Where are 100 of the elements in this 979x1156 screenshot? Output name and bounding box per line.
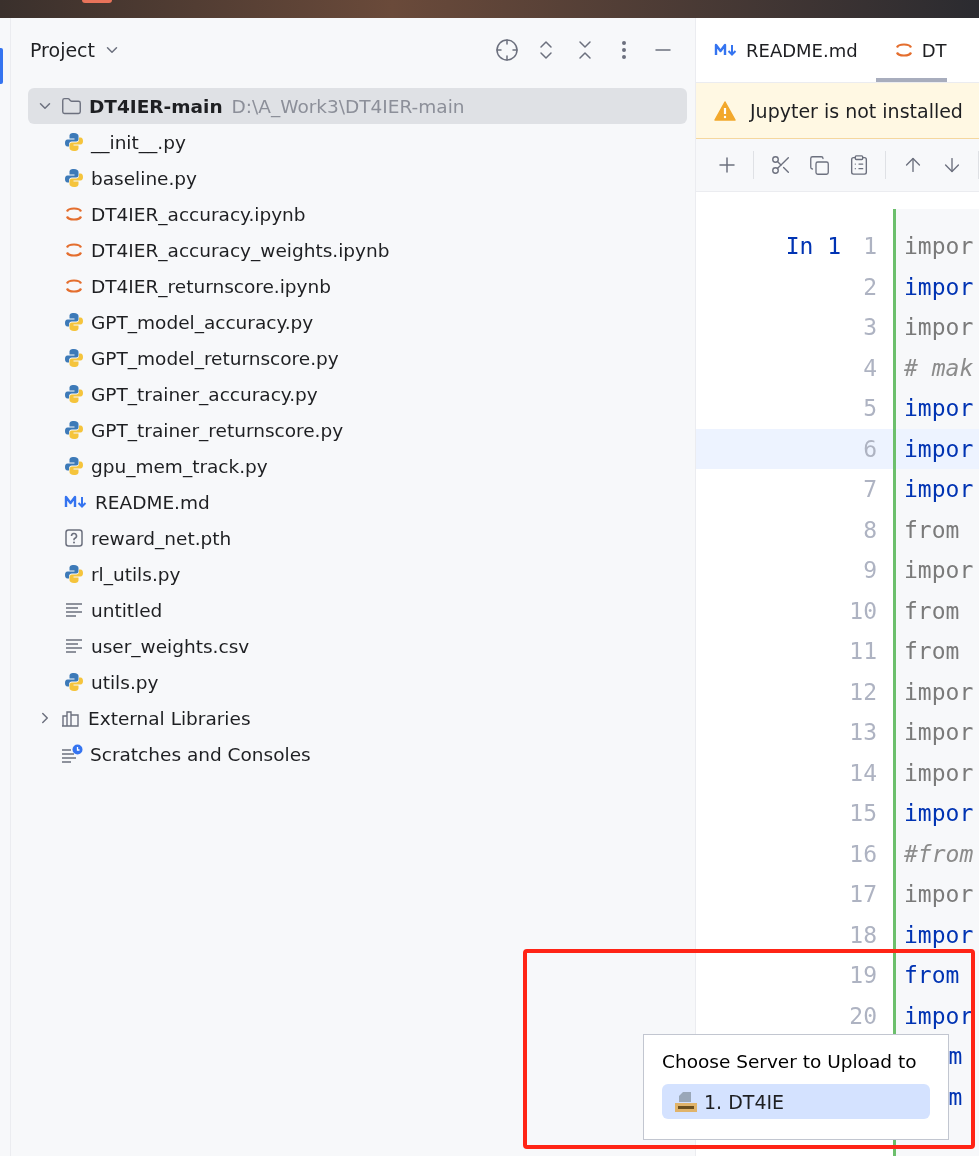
line-number: 20 xyxy=(849,1002,877,1029)
python-icon xyxy=(64,564,84,584)
code-line: # mak xyxy=(904,354,974,381)
item-name: External Libraries xyxy=(88,707,251,729)
line-number: 11 xyxy=(849,638,877,665)
tab-label: README.md xyxy=(746,39,858,61)
tree-item[interactable]: README.md xyxy=(28,484,687,520)
code-line: impor xyxy=(904,314,974,341)
tree-item[interactable]: GPT_trainer_accuracy.py xyxy=(28,376,687,412)
item-name: GPT_model_accuracy.py xyxy=(91,311,314,333)
tree-item[interactable]: Scratches and Consoles xyxy=(28,736,687,772)
server-item[interactable]: 1. DT4IE xyxy=(662,1084,930,1119)
line-number: 14 xyxy=(849,759,877,786)
line-number: 4 xyxy=(863,354,877,381)
editor-tab[interactable]: README.md xyxy=(696,18,858,82)
line-number: 18 xyxy=(849,921,877,948)
tree-item[interactable]: GPT_model_returnscore.py xyxy=(28,340,687,376)
code-line: from xyxy=(904,638,960,665)
folder-path: D:\A_Work3\DT4IER-main xyxy=(231,95,465,117)
text-file-icon xyxy=(64,600,84,620)
tree-item[interactable]: user_weights.csv xyxy=(28,628,687,664)
tree-item[interactable]: DT4IER_accuracy_weights.ipynb xyxy=(28,232,687,268)
line-number: 10 xyxy=(849,597,877,624)
line-number: 6 xyxy=(863,435,877,462)
tab-label: DT xyxy=(921,39,947,61)
code-line: from xyxy=(904,597,960,624)
line-number: 7 xyxy=(863,476,877,503)
folder-icon xyxy=(61,95,82,117)
code-line: impor xyxy=(904,800,974,827)
jupyter-icon xyxy=(893,40,914,60)
tree-item[interactable]: rl_utils.py xyxy=(28,556,687,592)
tree-item[interactable]: gpu_mem_track.py xyxy=(28,448,687,484)
item-name: utils.py xyxy=(91,671,159,693)
cell-label: In 1 xyxy=(785,233,842,260)
item-name: untitled xyxy=(91,599,163,621)
item-name: reward_net.pth xyxy=(91,527,232,549)
locate-icon[interactable] xyxy=(494,37,519,63)
code-line: impor xyxy=(904,881,974,908)
python-icon xyxy=(64,132,84,152)
tree-item[interactable]: reward_net.pth xyxy=(28,520,687,556)
tree-item[interactable]: DT4IER-main D:\A_Work3\DT4IER-main xyxy=(28,88,687,124)
tree-item[interactable]: utils.py xyxy=(28,664,687,700)
tree-item[interactable]: GPT_trainer_returnscore.py xyxy=(28,412,687,448)
item-name: GPT_trainer_accuracy.py xyxy=(91,383,318,405)
code-line: impor xyxy=(904,476,974,503)
line-number: 17 xyxy=(849,881,877,908)
python-icon xyxy=(64,168,84,188)
tree-item[interactable]: DT4IER_accuracy.ipynb xyxy=(28,196,687,232)
code-line: #from xyxy=(904,840,974,867)
tool-window-indicator xyxy=(0,48,3,84)
item-name: Scratches and Consoles xyxy=(90,743,311,765)
python-icon xyxy=(64,384,84,404)
code-line: m xyxy=(948,1043,963,1070)
item-name: GPT_model_returnscore.py xyxy=(91,347,339,369)
item-name: baseline.py xyxy=(91,167,198,189)
line-number: 12 xyxy=(849,678,877,705)
code-line: impor xyxy=(904,273,974,300)
tree-item[interactable]: GPT_model_accuracy.py xyxy=(28,304,687,340)
code-line: from xyxy=(904,516,960,543)
line-number: 19 xyxy=(849,962,877,989)
item-name: rl_utils.py xyxy=(91,563,181,585)
tree-item[interactable]: untitled xyxy=(28,592,687,628)
line-number: 13 xyxy=(849,719,877,746)
code-line: impor xyxy=(904,921,974,948)
line-number: 8 xyxy=(863,516,877,543)
line-number: 2 xyxy=(863,273,877,300)
python-icon xyxy=(64,420,84,440)
item-name: DT4IER_accuracy.ipynb xyxy=(91,203,306,225)
python-icon xyxy=(64,456,84,476)
python-icon xyxy=(64,312,84,332)
code-line: impor xyxy=(904,759,974,786)
library-icon xyxy=(61,708,81,728)
unknown-file-icon xyxy=(64,528,84,548)
markdown-icon xyxy=(714,42,738,58)
code-line: impor xyxy=(904,233,974,260)
item-name: DT4IER_returnscore.ipynb xyxy=(91,275,332,297)
line-number: 1 xyxy=(863,233,877,260)
item-name: DT4IER_accuracy_weights.ipynb xyxy=(91,239,390,261)
tree-item[interactable]: DT4IER_returnscore.ipynb xyxy=(28,268,687,304)
jupyter-icon xyxy=(64,204,84,224)
warning-icon xyxy=(714,100,736,121)
banner-message: Jupyter is not installed xyxy=(750,99,963,122)
code-line: impor xyxy=(904,557,974,584)
line-number: 16 xyxy=(849,840,877,867)
item-name: README.md xyxy=(95,491,210,513)
code-line: impor xyxy=(904,1002,974,1029)
tree-item[interactable]: External Libraries xyxy=(28,700,687,736)
line-number: 3 xyxy=(863,314,877,341)
code-line: m xyxy=(948,1083,963,1110)
tree-item[interactable]: __init__.py xyxy=(28,124,687,160)
panel-title[interactable]: Project xyxy=(30,39,121,61)
code-line: from xyxy=(904,962,960,989)
python-icon xyxy=(64,672,84,692)
item-name: DT4IER-main xyxy=(89,95,223,117)
item-name: GPT_trainer_returnscore.py xyxy=(91,419,344,441)
line-number: 9 xyxy=(863,557,877,584)
item-name: gpu_mem_track.py xyxy=(91,455,268,477)
scratches-icon xyxy=(61,744,83,764)
markdown-icon xyxy=(64,494,88,510)
tree-item[interactable]: baseline.py xyxy=(28,160,687,196)
